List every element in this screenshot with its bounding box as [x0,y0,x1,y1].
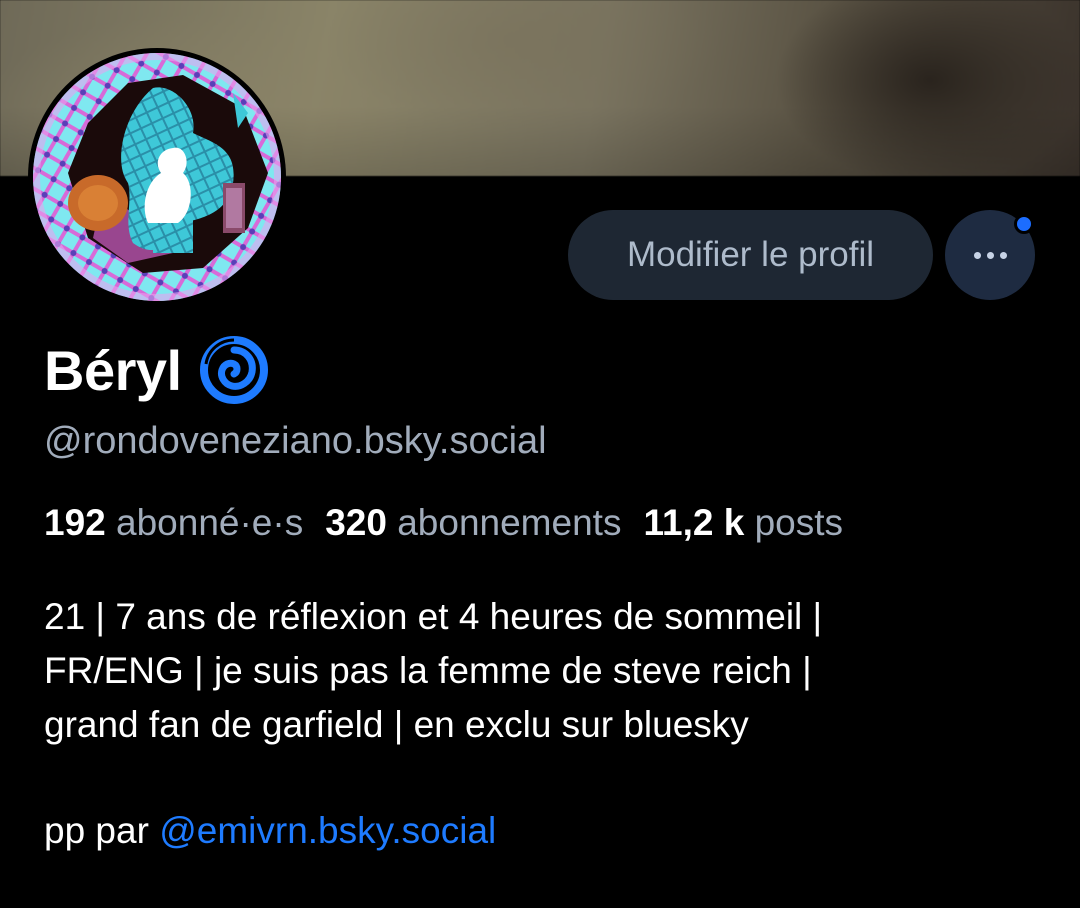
followers-count: 192 [44,502,106,543]
posts-label: posts [754,502,844,543]
bio-line: grand fan de garfield | en exclu sur blu… [44,704,749,745]
profile-stats: 192 abonné·e·s 320 abonnements 11,2 k post… [44,502,843,544]
notification-dot [1014,214,1034,234]
display-name: Béryl [44,338,182,402]
bio-line: 21 | 7 ans de réflexion et 4 heures de s… [44,596,823,637]
more-options-button[interactable] [945,210,1035,300]
display-name-row: Béryl [44,334,268,406]
edit-profile-button[interactable]: Modifier le profil [568,210,933,300]
avatar[interactable] [28,48,286,306]
edit-profile-label: Modifier le profil [626,235,875,274]
profile-bio: 21 | 7 ans de réflexion et 4 heures de s… [44,590,1044,752]
followers-label: abonné·e·s [116,502,304,543]
following-count: 320 [325,502,387,543]
profile-handle: @rondoveneziano.bsky.social [44,420,547,462]
posts-stat: 11,2 k posts [643,502,843,543]
credit-prefix: pp par [44,810,160,851]
following-stat[interactable]: 320 abonnements [325,502,621,543]
credit-mention-link[interactable]: @emivrn.bsky.social [159,810,496,851]
spiral-icon [199,336,268,404]
followers-stat[interactable]: 192 abonné·e·s [44,502,303,543]
bio-credit: pp par @emivrn.bsky.social [44,810,496,852]
following-label: abonnements [397,502,622,543]
profile-page: Modifier le profil Béryl @rondoveneziano… [0,0,1080,908]
more-dots-icon [973,251,1007,259]
avatar-image [33,53,281,301]
posts-count: 11,2 k [643,502,745,543]
bio-line: FR/ENG | je suis pas la femme de steve r… [44,650,812,691]
